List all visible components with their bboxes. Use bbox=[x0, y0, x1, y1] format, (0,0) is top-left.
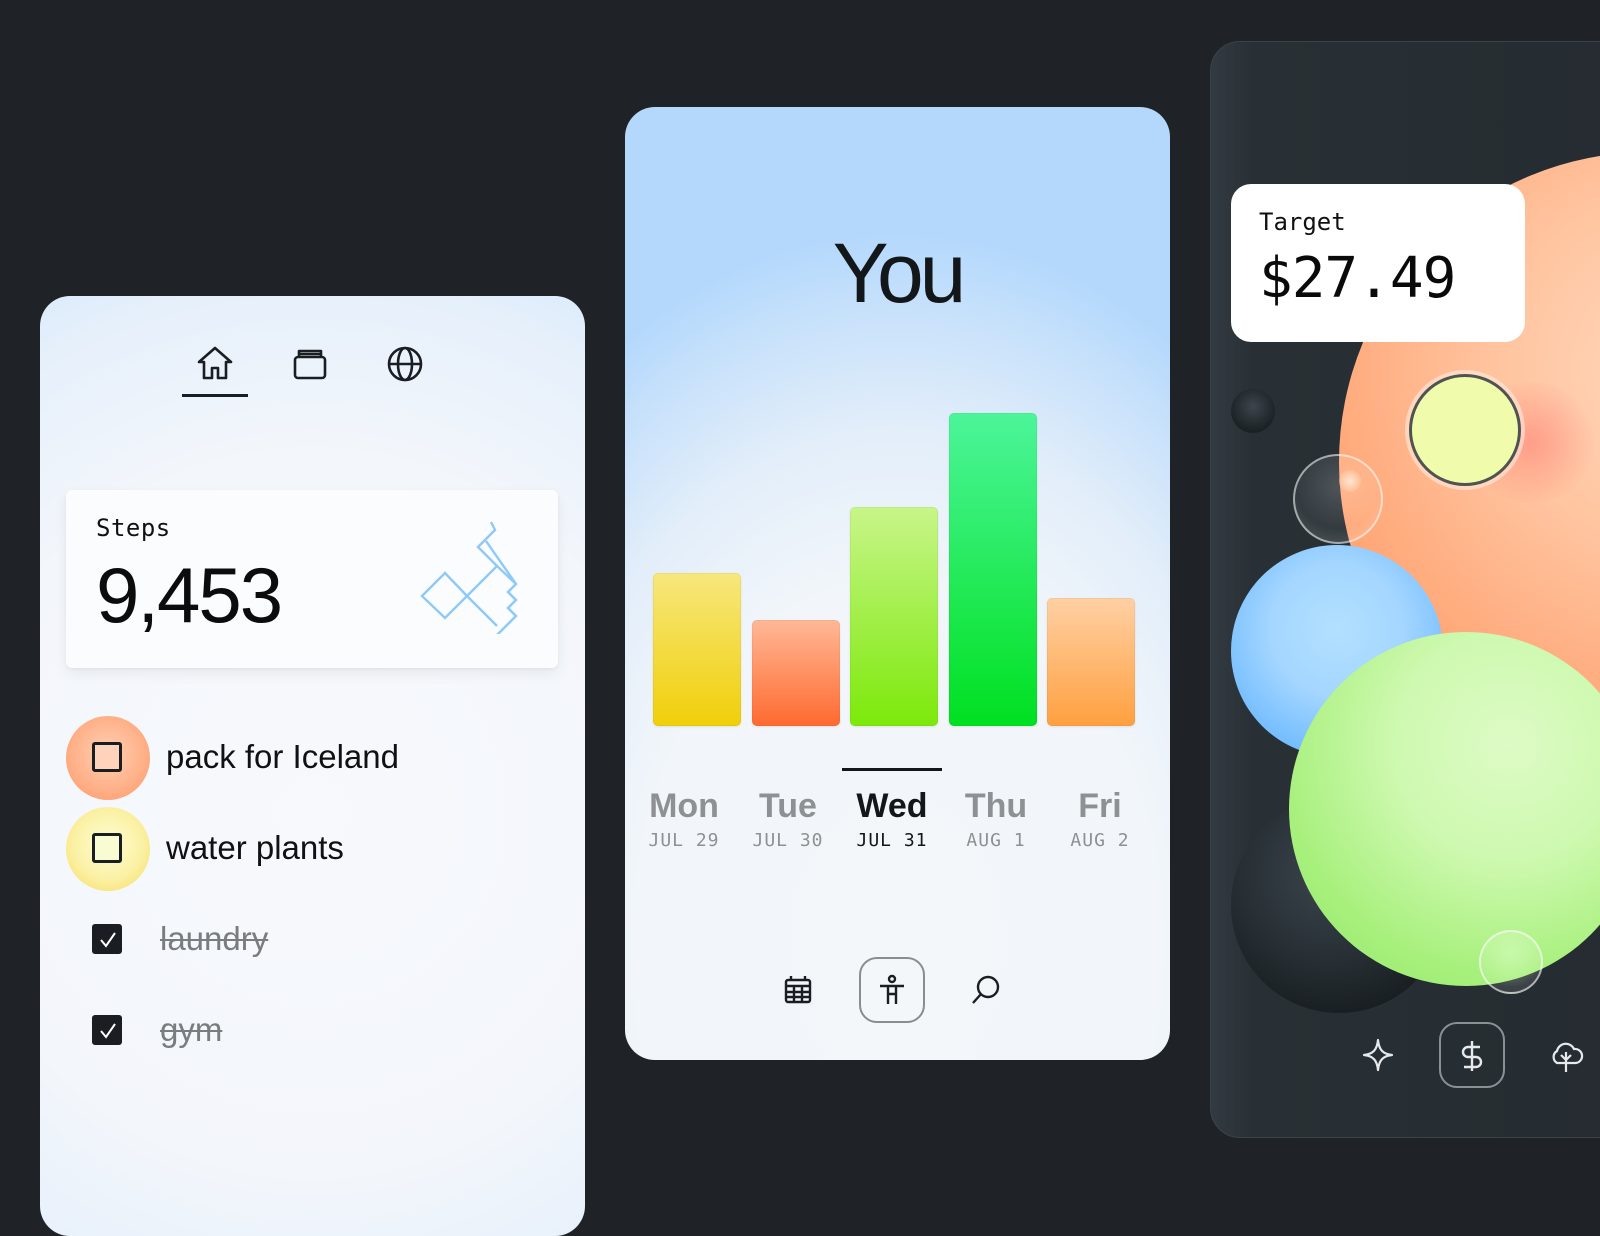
steps-label: Steps bbox=[96, 514, 171, 542]
archive-icon bbox=[293, 349, 327, 380]
checkbox[interactable] bbox=[92, 833, 122, 863]
todo-text: pack for Iceland bbox=[166, 738, 399, 775]
sparkle-icon bbox=[1362, 1038, 1394, 1072]
checkbox-checked[interactable] bbox=[92, 924, 122, 954]
bar-mon[interactable] bbox=[653, 573, 741, 726]
page-title: You bbox=[832, 226, 967, 320]
steps-card[interactable]: Steps 9,453 bbox=[66, 490, 558, 668]
checkbox-checked[interactable] bbox=[92, 1015, 122, 1045]
todo-text: laundry bbox=[160, 920, 269, 957]
nav-globe[interactable] bbox=[380, 344, 430, 404]
todo-item[interactable]: gym bbox=[66, 989, 546, 1079]
day-mon[interactable]: Mon JUL 29 bbox=[629, 787, 739, 851]
priority-bubble bbox=[66, 807, 150, 891]
bottom-nav bbox=[625, 957, 1170, 1027]
todo-item[interactable]: laundry bbox=[66, 898, 546, 988]
budget-card: Target $27.49 bbox=[1210, 41, 1600, 1138]
accessibility-icon bbox=[880, 974, 904, 1004]
glass-bubble bbox=[1479, 930, 1543, 994]
day-wed[interactable]: Wed JUL 31 bbox=[837, 787, 947, 851]
dark-orb-small bbox=[1231, 389, 1275, 433]
nav-activity[interactable] bbox=[859, 957, 925, 1023]
nav-calendar[interactable] bbox=[765, 957, 831, 1023]
day-fri[interactable]: Fri AUG 2 bbox=[1045, 787, 1155, 851]
target-label: Target bbox=[1259, 208, 1346, 236]
glass-bubble bbox=[1293, 454, 1383, 544]
day-date: JUL 30 bbox=[752, 830, 824, 851]
todo-card: Steps 9,453 pack for Iceland water plant… bbox=[40, 296, 585, 1236]
bar-chart bbox=[653, 397, 1143, 847]
bottom-nav bbox=[1211, 1022, 1600, 1092]
day-date: AUG 2 bbox=[1070, 830, 1130, 851]
target-value: $27.49 bbox=[1259, 246, 1456, 311]
day-name: Fri bbox=[1078, 787, 1122, 825]
todo-item[interactable]: water plants bbox=[66, 807, 546, 897]
active-tab-indicator bbox=[182, 394, 248, 397]
globe-icon bbox=[387, 346, 423, 382]
search-icon bbox=[972, 975, 1000, 1004]
priority-bubble bbox=[66, 716, 150, 800]
day-name: Mon bbox=[649, 787, 719, 825]
steps-value: 9,453 bbox=[96, 551, 283, 639]
route-icon bbox=[420, 521, 518, 634]
cloud-tree-icon bbox=[1552, 1042, 1584, 1072]
day-thu[interactable]: Thu AUG 1 bbox=[941, 787, 1051, 851]
todo-text: gym bbox=[160, 1011, 223, 1048]
checkbox[interactable] bbox=[92, 742, 122, 772]
nav-search[interactable] bbox=[953, 957, 1019, 1023]
nav-archive[interactable] bbox=[285, 344, 335, 404]
checkmark-icon bbox=[100, 932, 116, 948]
dollar-icon bbox=[1461, 1041, 1483, 1071]
bar-tue[interactable] bbox=[751, 620, 840, 726]
selected-day-indicator bbox=[842, 768, 942, 771]
calendar-icon bbox=[784, 976, 812, 1004]
target-card[interactable]: Target $27.49 bbox=[1231, 184, 1525, 342]
nav-budget[interactable] bbox=[1439, 1022, 1505, 1088]
top-nav bbox=[40, 344, 585, 404]
checkmark-icon bbox=[100, 1023, 116, 1039]
todo-text: water plants bbox=[166, 829, 344, 866]
day-name: Wed bbox=[856, 787, 928, 825]
bar-wed[interactable] bbox=[850, 507, 938, 726]
lemon-orb[interactable] bbox=[1409, 374, 1521, 486]
day-name: Thu bbox=[964, 787, 1028, 825]
home-icon bbox=[197, 346, 233, 380]
day-date: AUG 1 bbox=[966, 830, 1026, 851]
day-date: JUL 31 bbox=[856, 830, 928, 851]
activity-card: You Mon JUL 29 Tue JUL 30 Wed JUL 31 Thu AUG 1 F… bbox=[625, 107, 1170, 1060]
todo-item[interactable]: pack for Iceland bbox=[66, 716, 546, 806]
day-tue[interactable]: Tue JUL 30 bbox=[733, 787, 843, 851]
nav-cloud[interactable] bbox=[1533, 1022, 1599, 1088]
bar-fri[interactable] bbox=[1047, 598, 1135, 726]
day-name: Tue bbox=[759, 787, 817, 825]
day-date: JUL 29 bbox=[648, 830, 720, 851]
nav-sparkle[interactable] bbox=[1345, 1022, 1411, 1088]
bar-thu[interactable] bbox=[948, 413, 1037, 726]
